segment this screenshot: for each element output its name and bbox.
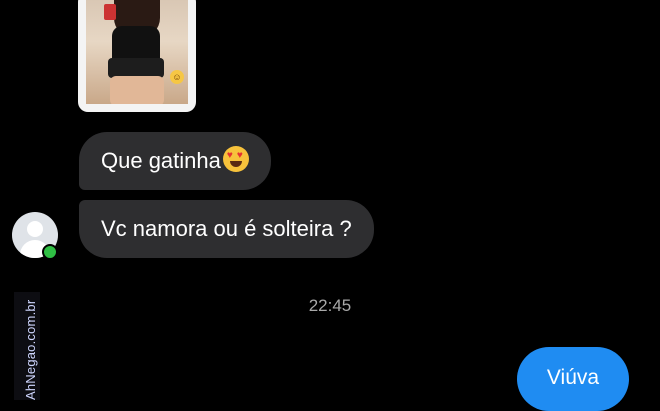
message-text: Viúva — [546, 366, 600, 389]
incoming-message-bubble[interactable]: Que gatinha ♥ ♥ — [79, 132, 271, 190]
heart-eyes-emoji-icon: ♥ ♥ — [222, 146, 249, 172]
photo-phone — [104, 4, 116, 20]
grin-sticker-icon: ☺ — [170, 70, 184, 84]
photo-legs — [110, 76, 164, 104]
photo-top — [112, 26, 160, 62]
avatar-head — [27, 221, 43, 237]
watermark: AhNegao.com.br — [14, 292, 40, 400]
incoming-message-bubble[interactable]: Vc namora ou é solteira ? — [79, 200, 374, 258]
online-status-dot — [42, 244, 58, 260]
outgoing-message-bubble[interactable]: Viúva — [517, 347, 629, 411]
message-timestamp: 22:45 — [308, 296, 352, 315]
watermark-text: AhNegao.com.br — [23, 299, 38, 400]
message-text: Que gatinha — [101, 148, 221, 173]
shared-photo: ☺ — [86, 0, 188, 104]
shared-photo-message[interactable]: ☺ — [78, 0, 196, 112]
message-text: Vc namora ou é solteira ? — [101, 216, 352, 241]
photo-shorts — [108, 58, 164, 78]
